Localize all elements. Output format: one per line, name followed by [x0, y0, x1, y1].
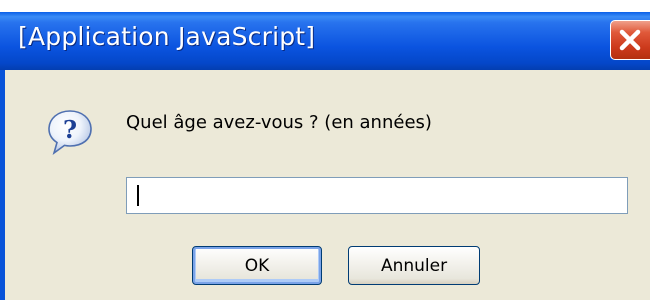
svg-text:?: ?: [63, 115, 77, 144]
close-icon: [619, 29, 641, 51]
page-background: [0, 0, 650, 12]
answer-input[interactable]: [126, 177, 628, 214]
prompt-dialog: [Application JavaScript] ? Quel âge avez…: [0, 12, 650, 300]
window-title: [Application JavaScript]: [18, 22, 316, 51]
question-icon: ?: [48, 110, 92, 156]
text-caret: [137, 185, 139, 206]
close-button[interactable]: [610, 20, 650, 60]
title-bar[interactable]: [Application JavaScript]: [0, 12, 650, 70]
prompt-label: Quel âge avez-vous ? (en années): [126, 112, 432, 133]
ok-button[interactable]: OK: [192, 246, 322, 285]
cancel-button[interactable]: Annuler: [348, 246, 480, 285]
window-frame: [0, 70, 5, 300]
